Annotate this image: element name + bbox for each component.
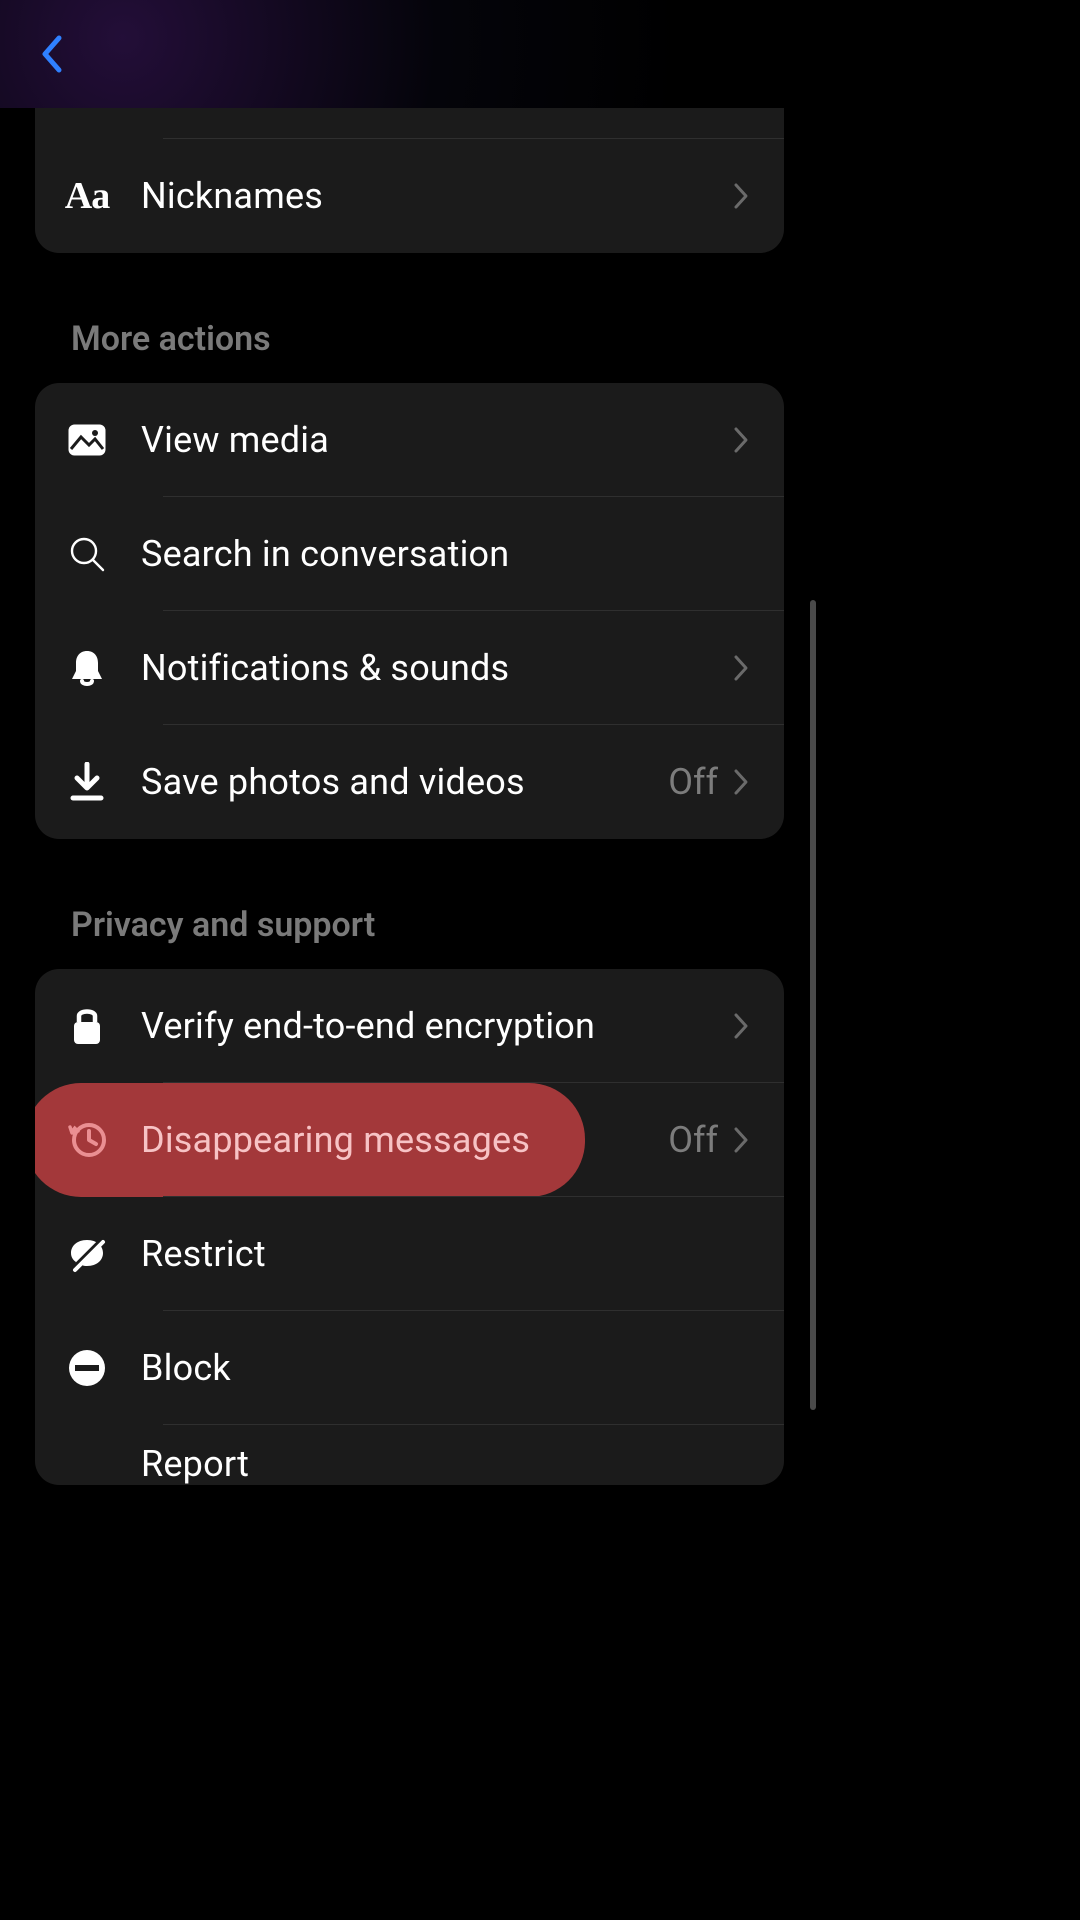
settings-screen: Aa Nicknames More actions bbox=[0, 0, 819, 1456]
header bbox=[0, 0, 819, 108]
restrict-label: Restrict bbox=[119, 1233, 750, 1275]
disappearing-messages-row[interactable]: Disappearing messages Off bbox=[35, 1083, 784, 1197]
save-media-label: Save photos and videos bbox=[119, 761, 668, 803]
history-icon bbox=[66, 1119, 108, 1161]
chevron-right-icon bbox=[732, 182, 750, 210]
no-entry-icon bbox=[67, 1348, 107, 1388]
chat-slash-icon bbox=[67, 1234, 107, 1274]
chevron-right-icon bbox=[732, 426, 750, 454]
chevron-left-icon bbox=[41, 34, 63, 74]
search-label: Search in conversation bbox=[119, 533, 750, 575]
scrollbar[interactable] bbox=[810, 600, 816, 1410]
restrict-row[interactable]: Restrict bbox=[35, 1197, 784, 1311]
verify-e2e-row[interactable]: Verify end-to-end encryption bbox=[35, 969, 784, 1083]
customization-card: Aa Nicknames bbox=[35, 108, 784, 253]
disappearing-value: Off bbox=[668, 1119, 718, 1161]
privacy-card: Verify end-to-end encryption bbox=[35, 969, 784, 1485]
save-media-value: Off bbox=[668, 761, 718, 803]
content: Aa Nicknames More actions bbox=[0, 108, 819, 1485]
bell-icon bbox=[68, 647, 106, 689]
download-icon bbox=[69, 762, 105, 802]
verify-e2e-label: Verify end-to-end encryption bbox=[119, 1005, 732, 1047]
block-row[interactable]: Block bbox=[35, 1311, 784, 1425]
notifications-row[interactable]: Notifications & sounds bbox=[35, 611, 784, 725]
disappearing-label: Disappearing messages bbox=[119, 1119, 668, 1161]
text-style-icon: Aa bbox=[65, 174, 109, 218]
header-gradient bbox=[0, 0, 819, 108]
more-actions-card: View media Search in conversation bbox=[35, 383, 784, 839]
image-icon bbox=[67, 423, 107, 457]
chevron-right-icon bbox=[732, 1126, 750, 1154]
chevron-right-icon bbox=[732, 768, 750, 796]
block-label: Block bbox=[119, 1347, 750, 1389]
search-icon bbox=[67, 534, 107, 574]
report-row[interactable]: Report bbox=[35, 1425, 784, 1485]
notifications-label: Notifications & sounds bbox=[119, 647, 732, 689]
save-media-row[interactable]: Save photos and videos Off bbox=[35, 725, 784, 839]
section-title-privacy: Privacy and support bbox=[35, 905, 784, 945]
chevron-right-icon bbox=[732, 1012, 750, 1040]
section-title-more-actions: More actions bbox=[35, 319, 784, 359]
search-row[interactable]: Search in conversation bbox=[35, 497, 784, 611]
report-label: Report bbox=[119, 1443, 750, 1485]
chevron-right-icon bbox=[732, 654, 750, 682]
view-media-row[interactable]: View media bbox=[35, 383, 784, 497]
view-media-label: View media bbox=[119, 419, 732, 461]
nicknames-label: Nicknames bbox=[119, 175, 732, 217]
back-button[interactable] bbox=[30, 32, 74, 76]
nicknames-row[interactable]: Aa Nicknames bbox=[35, 139, 784, 253]
lock-icon bbox=[71, 1006, 103, 1046]
